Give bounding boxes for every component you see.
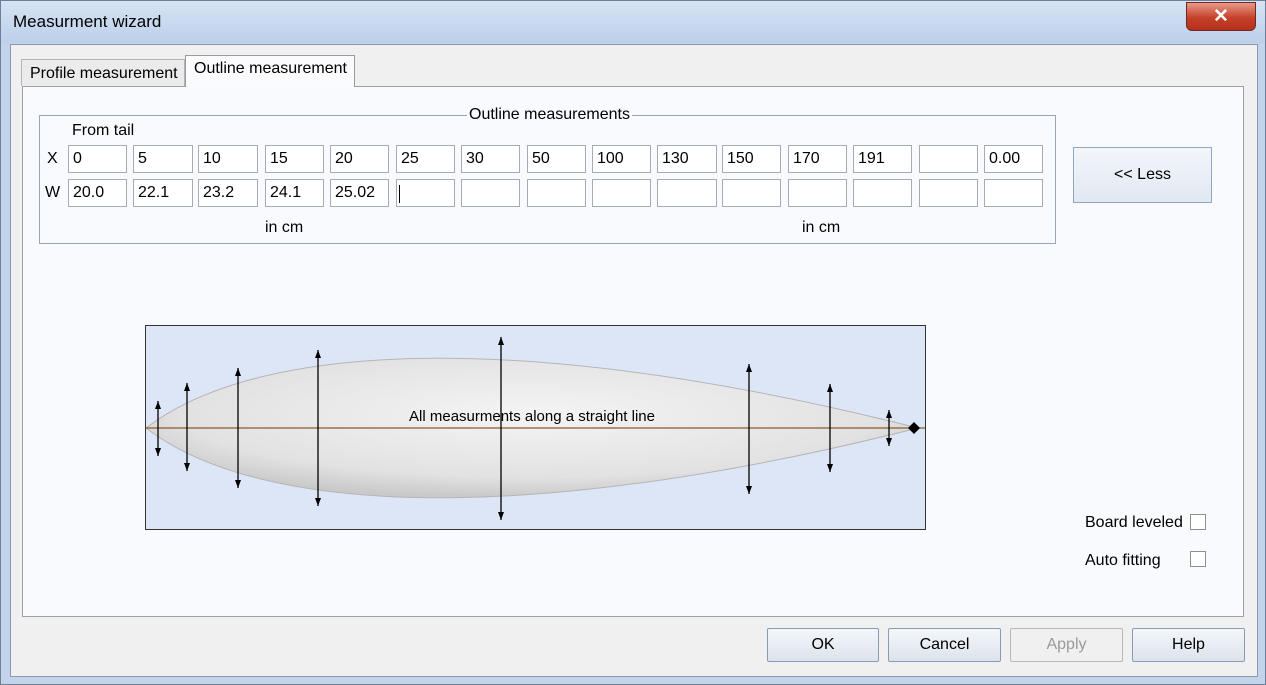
x-value-field-5[interactable] [330,145,389,173]
w-value-field-2[interactable] [133,179,193,207]
tab-profile-measurement[interactable]: Profile measurement [21,59,185,86]
w-value-field-14[interactable] [919,179,978,207]
title-bar[interactable]: Measurment wizard ✕ [1,1,1265,43]
less-button[interactable]: << Less [1073,147,1212,203]
x-value-field-11[interactable] [722,145,781,173]
w-value-field-1[interactable] [68,179,127,207]
x-value-field-6[interactable] [396,145,455,173]
group-title: Outline measurements [467,106,632,124]
w-value-field-8[interactable] [527,179,586,207]
w-value-field-4[interactable] [265,179,324,207]
w-value-field-12[interactable] [788,179,847,207]
x-value-field-3[interactable] [198,145,258,173]
unit-label-right: in cm [802,219,841,236]
tab-outline-measurement[interactable]: Outline measurement [185,55,355,87]
from-tail-label: From tail [72,122,135,139]
cancel-button[interactable]: Cancel [888,628,1001,662]
board-leveled-label: Board leveled [1085,514,1183,531]
window-title: Measurment wizard [13,12,162,31]
tab-label: Outline measurement [194,60,347,77]
outline-diagram: All measurments along a straight line [145,325,926,530]
x-value-field-14[interactable] [919,145,978,173]
unit-label-left: in cm [265,219,304,236]
w-value-field-9[interactable] [592,179,651,207]
diagram-caption: All measurments along a straight line [409,408,655,425]
x-value-field-8[interactable] [527,145,586,173]
x-value-field-10[interactable] [657,145,717,173]
apply-button[interactable]: Apply [1010,628,1123,662]
x-value-field-1[interactable] [68,145,127,173]
close-button[interactable]: ✕ [1186,2,1256,31]
ok-button[interactable]: OK [767,628,879,662]
w-value-field-15[interactable] [984,179,1043,207]
board-leveled-checkbox[interactable] [1190,514,1206,530]
help-button[interactable]: Help [1132,628,1245,662]
x-value-field-4[interactable] [265,145,324,173]
w-value-field-10[interactable] [657,179,717,207]
x-value-field-2[interactable] [133,145,193,173]
w-value-field-6[interactable] [396,179,455,207]
text-caret [399,185,400,203]
auto-fitting-label: Auto fitting [1085,552,1161,569]
w-value-field-7[interactable] [461,179,520,207]
row-x-label: X [47,150,58,167]
row-w-label: W [45,184,61,201]
w-value-field-11[interactable] [722,179,781,207]
x-value-field-12[interactable] [788,145,847,173]
w-value-field-5[interactable] [330,179,389,207]
x-value-field-7[interactable] [461,145,520,173]
auto-fitting-checkbox[interactable] [1190,551,1206,567]
x-value-field-13[interactable] [853,145,912,173]
x-value-field-15[interactable] [984,145,1043,173]
w-value-field-13[interactable] [853,179,912,207]
x-value-field-9[interactable] [592,145,651,173]
close-icon: ✕ [1213,6,1229,27]
board-outline-drawing: All measurments along a straight line [145,326,925,529]
w-value-field-3[interactable] [198,179,258,207]
tab-label: Profile measurement [30,65,178,82]
